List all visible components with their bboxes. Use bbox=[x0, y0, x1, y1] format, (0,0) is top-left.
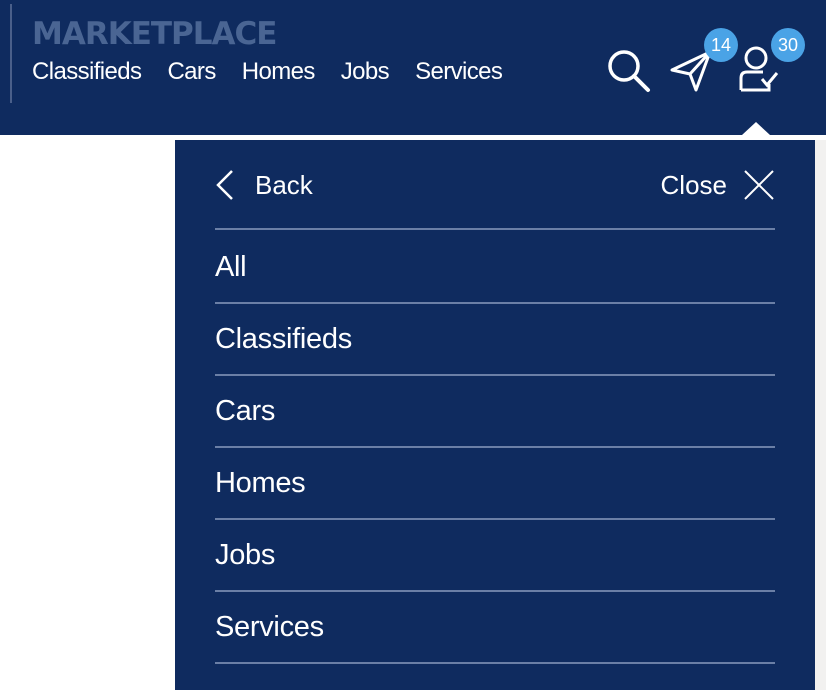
header-divider bbox=[10, 4, 12, 103]
site-header: MARKETPLACE Classifieds Cars Homes Jobs … bbox=[0, 0, 826, 135]
menu-item-cars[interactable]: Cars bbox=[215, 376, 775, 448]
nav-item-services[interactable]: Services bbox=[415, 58, 503, 86]
nav-item-jobs[interactable]: Jobs bbox=[341, 58, 390, 86]
messages-badge: 14 bbox=[704, 28, 738, 62]
menu-item-homes[interactable]: Homes bbox=[215, 448, 775, 520]
menu-panel: Back Close All Classifieds Cars Homes Jo… bbox=[175, 140, 815, 690]
nav-item-homes[interactable]: Homes bbox=[242, 58, 316, 86]
dropdown-pointer bbox=[742, 122, 770, 135]
menu-panel-header: Back Close bbox=[215, 140, 775, 230]
back-label: Back bbox=[255, 169, 313, 200]
menu-item-all[interactable]: All bbox=[215, 232, 775, 304]
search-button[interactable] bbox=[604, 46, 652, 94]
nav-item-cars[interactable]: Cars bbox=[167, 58, 216, 86]
close-label: Close bbox=[660, 169, 727, 200]
menu-item-services[interactable]: Services bbox=[215, 592, 775, 664]
chevron-left-icon bbox=[216, 170, 233, 200]
account-badge: 30 bbox=[771, 28, 805, 62]
main-nav: Classifieds Cars Homes Jobs Services bbox=[32, 58, 528, 86]
page-scrollbar-area bbox=[815, 140, 826, 690]
menu-item-jobs[interactable]: Jobs bbox=[215, 520, 775, 592]
category-menu: All Classifieds Cars Homes Jobs Services bbox=[215, 232, 775, 664]
back-button[interactable]: Back bbox=[215, 168, 313, 202]
close-icon bbox=[744, 170, 774, 200]
brand-logo[interactable]: MARKETPLACE bbox=[32, 16, 277, 52]
menu-item-classifieds[interactable]: Classifieds bbox=[215, 304, 775, 376]
close-button[interactable]: Close bbox=[661, 168, 775, 202]
search-icon bbox=[608, 50, 650, 92]
nav-item-classifieds[interactable]: Classifieds bbox=[32, 58, 142, 86]
